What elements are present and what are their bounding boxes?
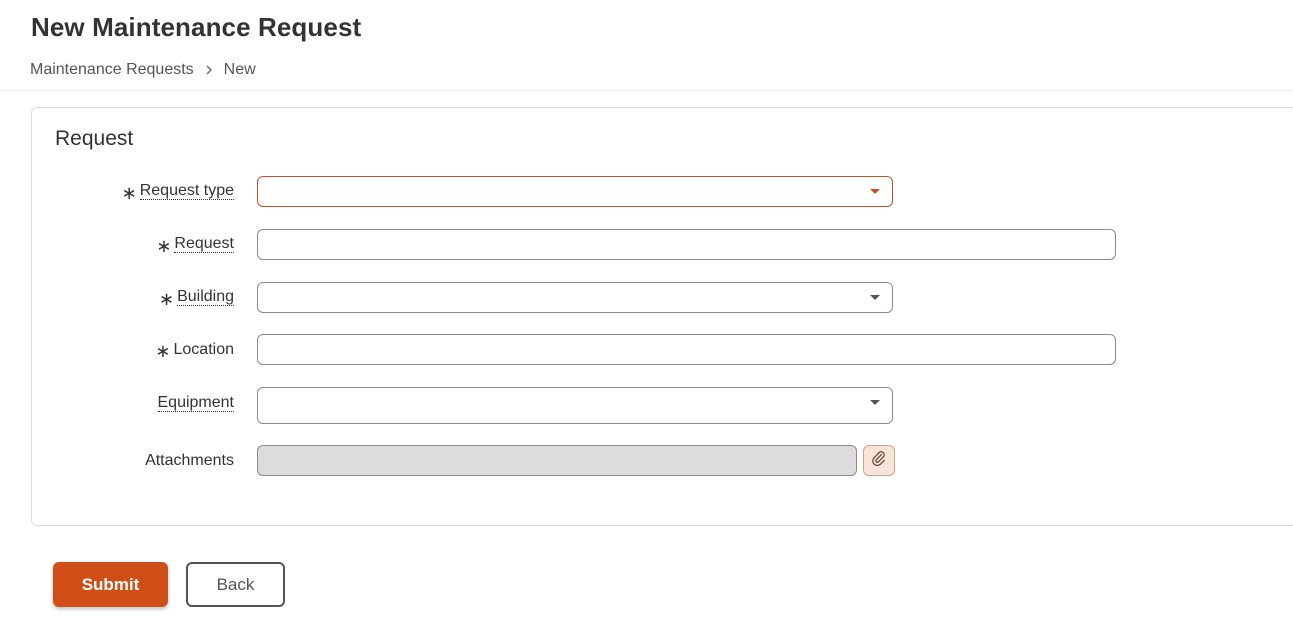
location-label-text: Location — [173, 340, 235, 358]
request-type-label-text: Request type — [139, 182, 234, 200]
breadcrumb: Maintenance Requests New — [30, 61, 256, 79]
page-title: New Maintenance Request — [31, 12, 362, 42]
attachments-field — [257, 445, 857, 476]
request-label: ∗ Request — [34, 229, 234, 259]
chevron-right-icon — [202, 63, 216, 77]
building-select[interactable] — [257, 282, 893, 313]
request-input[interactable] — [257, 229, 1116, 260]
request-label-text: Request — [174, 235, 234, 253]
location-label: ∗ Location — [34, 334, 234, 364]
required-marker: ∗ — [121, 182, 137, 203]
submit-button[interactable]: Submit — [53, 562, 168, 607]
paperclip-icon — [871, 450, 887, 471]
equipment-select[interactable] — [257, 387, 893, 424]
back-button[interactable]: Back — [186, 562, 285, 607]
attachments-label: Attachments — [34, 445, 234, 475]
equipment-label: Equipment — [34, 388, 234, 418]
required-marker: ∗ — [156, 235, 172, 256]
location-input[interactable] — [257, 334, 1116, 365]
required-marker: ∗ — [155, 340, 171, 361]
section-title: Request — [55, 127, 134, 150]
building-label: ∗ Building — [34, 282, 234, 312]
required-marker: ∗ — [158, 288, 175, 309]
building-label-text: Building — [177, 288, 234, 306]
attachments-label-text: Attachments — [145, 451, 234, 469]
breadcrumb-current: New — [223, 61, 256, 78]
header-divider — [0, 90, 1293, 91]
request-type-label: ∗ Request type — [34, 176, 234, 206]
equipment-label-text: Equipment — [157, 394, 234, 412]
request-type-select[interactable] — [257, 176, 893, 207]
breadcrumb-link-maintenance-requests[interactable]: Maintenance Requests — [30, 61, 194, 79]
attach-file-button[interactable] — [863, 445, 895, 476]
